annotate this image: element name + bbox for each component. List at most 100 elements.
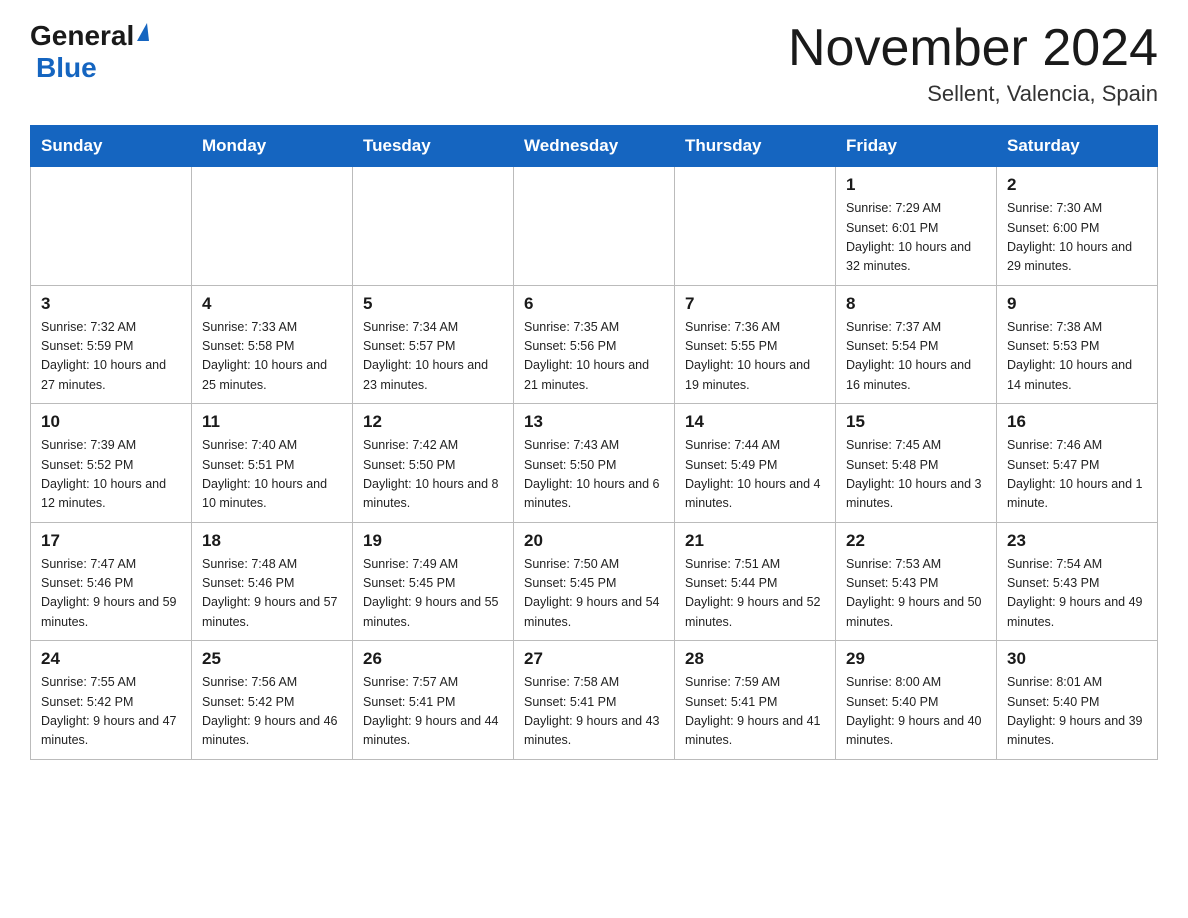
day-number: 18 <box>202 531 342 551</box>
day-number: 10 <box>41 412 181 432</box>
day-info: Sunrise: 7:29 AM Sunset: 6:01 PM Dayligh… <box>846 199 986 277</box>
week-row-5: 24 Sunrise: 7:55 AM Sunset: 5:42 PM Dayli… <box>31 641 1158 760</box>
calendar-cell: 6 Sunrise: 7:35 AM Sunset: 5:56 PM Daylig… <box>514 285 675 404</box>
day-number: 16 <box>1007 412 1147 432</box>
day-number: 12 <box>363 412 503 432</box>
weekday-header-wednesday: Wednesday <box>514 126 675 167</box>
day-info: Sunrise: 7:35 AM Sunset: 5:56 PM Dayligh… <box>524 318 664 396</box>
calendar-cell: 1 Sunrise: 7:29 AM Sunset: 6:01 PM Daylig… <box>836 167 997 286</box>
day-info: Sunrise: 7:39 AM Sunset: 5:52 PM Dayligh… <box>41 436 181 514</box>
day-number: 2 <box>1007 175 1147 195</box>
day-number: 11 <box>202 412 342 432</box>
calendar-cell: 3 Sunrise: 7:32 AM Sunset: 5:59 PM Daylig… <box>31 285 192 404</box>
calendar-cell <box>353 167 514 286</box>
calendar-cell: 17 Sunrise: 7:47 AM Sunset: 5:46 PM Dayli… <box>31 522 192 641</box>
day-info: Sunrise: 7:44 AM Sunset: 5:49 PM Dayligh… <box>685 436 825 514</box>
day-info: Sunrise: 7:50 AM Sunset: 5:45 PM Dayligh… <box>524 555 664 633</box>
calendar-cell: 15 Sunrise: 7:45 AM Sunset: 5:48 PM Dayli… <box>836 404 997 523</box>
day-info: Sunrise: 7:32 AM Sunset: 5:59 PM Dayligh… <box>41 318 181 396</box>
calendar-cell: 8Sunrise: 7:37 AM Sunset: 5:54 PM Daylig… <box>836 285 997 404</box>
day-info: Sunrise: 7:58 AM Sunset: 5:41 PM Dayligh… <box>524 673 664 751</box>
day-info: Sunrise: 8:00 AM Sunset: 5:40 PM Dayligh… <box>846 673 986 751</box>
week-row-3: 10 Sunrise: 7:39 AM Sunset: 5:52 PM Dayli… <box>31 404 1158 523</box>
weekday-header-tuesday: Tuesday <box>353 126 514 167</box>
day-info: Sunrise: 7:48 AM Sunset: 5:46 PM Dayligh… <box>202 555 342 633</box>
day-number: 20 <box>524 531 664 551</box>
day-number: 15 <box>846 412 986 432</box>
day-info: Sunrise: 7:33 AM Sunset: 5:58 PM Dayligh… <box>202 318 342 396</box>
day-number: 17 <box>41 531 181 551</box>
calendar-cell: 12 Sunrise: 7:42 AM Sunset: 5:50 PM Dayli… <box>353 404 514 523</box>
day-number: 23 <box>1007 531 1147 551</box>
day-number: 25 <box>202 649 342 669</box>
weekday-header-sunday: Sunday <box>31 126 192 167</box>
day-info: Sunrise: 8:01 AM Sunset: 5:40 PM Dayligh… <box>1007 673 1147 751</box>
calendar-cell: 21Sunrise: 7:51 AM Sunset: 5:44 PM Dayli… <box>675 522 836 641</box>
location-subtitle: Sellent, Valencia, Spain <box>788 81 1158 107</box>
calendar-cell: 9Sunrise: 7:38 AM Sunset: 5:53 PM Daylig… <box>997 285 1158 404</box>
logo-g: G <box>30 20 52 52</box>
calendar-cell: 10 Sunrise: 7:39 AM Sunset: 5:52 PM Dayli… <box>31 404 192 523</box>
calendar-cell: 14 Sunrise: 7:44 AM Sunset: 5:49 PM Dayli… <box>675 404 836 523</box>
weekday-header-thursday: Thursday <box>675 126 836 167</box>
day-info: Sunrise: 7:36 AM Sunset: 5:55 PM Dayligh… <box>685 318 825 396</box>
day-number: 3 <box>41 294 181 314</box>
calendar-cell: 13Sunrise: 7:43 AM Sunset: 5:50 PM Dayli… <box>514 404 675 523</box>
day-number: 27 <box>524 649 664 669</box>
day-number: 14 <box>685 412 825 432</box>
day-info: Sunrise: 7:47 AM Sunset: 5:46 PM Dayligh… <box>41 555 181 633</box>
day-number: 28 <box>685 649 825 669</box>
day-number: 1 <box>846 175 986 195</box>
calendar-cell: 18 Sunrise: 7:48 AM Sunset: 5:46 PM Dayli… <box>192 522 353 641</box>
calendar-cell: 5Sunrise: 7:34 AM Sunset: 5:57 PM Daylig… <box>353 285 514 404</box>
day-number: 30 <box>1007 649 1147 669</box>
day-info: Sunrise: 7:54 AM Sunset: 5:43 PM Dayligh… <box>1007 555 1147 633</box>
calendar-cell: 7 Sunrise: 7:36 AM Sunset: 5:55 PM Daylig… <box>675 285 836 404</box>
title-block: November 2024 Sellent, Valencia, Spain <box>788 20 1158 107</box>
day-info: Sunrise: 7:59 AM Sunset: 5:41 PM Dayligh… <box>685 673 825 751</box>
day-info: Sunrise: 7:53 AM Sunset: 5:43 PM Dayligh… <box>846 555 986 633</box>
page-header: G eneral Blue November 2024 Sellent, Val… <box>30 20 1158 107</box>
day-number: 22 <box>846 531 986 551</box>
logo-flag-icon <box>137 23 149 41</box>
week-row-2: 3 Sunrise: 7:32 AM Sunset: 5:59 PM Daylig… <box>31 285 1158 404</box>
calendar-header-row: SundayMondayTuesdayWednesdayThursdayFrid… <box>31 126 1158 167</box>
calendar-cell: 30 Sunrise: 8:01 AM Sunset: 5:40 PM Dayli… <box>997 641 1158 760</box>
day-info: Sunrise: 7:55 AM Sunset: 5:42 PM Dayligh… <box>41 673 181 751</box>
calendar-cell: 23 Sunrise: 7:54 AM Sunset: 5:43 PM Dayli… <box>997 522 1158 641</box>
day-info: Sunrise: 7:30 AM Sunset: 6:00 PM Dayligh… <box>1007 199 1147 277</box>
calendar-cell: 4 Sunrise: 7:33 AM Sunset: 5:58 PM Daylig… <box>192 285 353 404</box>
day-info: Sunrise: 7:40 AM Sunset: 5:51 PM Dayligh… <box>202 436 342 514</box>
calendar-cell: 22 Sunrise: 7:53 AM Sunset: 5:43 PM Dayli… <box>836 522 997 641</box>
calendar-cell: 27 Sunrise: 7:58 AM Sunset: 5:41 PM Dayli… <box>514 641 675 760</box>
month-title: November 2024 <box>788 20 1158 77</box>
weekday-header-friday: Friday <box>836 126 997 167</box>
weekday-header-monday: Monday <box>192 126 353 167</box>
logo-eneral: eneral <box>52 20 135 52</box>
calendar-cell: 2 Sunrise: 7:30 AM Sunset: 6:00 PM Daylig… <box>997 167 1158 286</box>
calendar-cell: 24 Sunrise: 7:55 AM Sunset: 5:42 PM Dayli… <box>31 641 192 760</box>
day-number: 21 <box>685 531 825 551</box>
day-number: 7 <box>685 294 825 314</box>
day-info: Sunrise: 7:42 AM Sunset: 5:50 PM Dayligh… <box>363 436 503 514</box>
calendar-cell <box>31 167 192 286</box>
day-info: Sunrise: 7:43 AM Sunset: 5:50 PM Dayligh… <box>524 436 664 514</box>
calendar-cell <box>514 167 675 286</box>
day-info: Sunrise: 7:56 AM Sunset: 5:42 PM Dayligh… <box>202 673 342 751</box>
day-number: 6 <box>524 294 664 314</box>
day-number: 24 <box>41 649 181 669</box>
calendar-cell: 28 Sunrise: 7:59 AM Sunset: 5:41 PM Dayli… <box>675 641 836 760</box>
calendar-cell <box>675 167 836 286</box>
calendar-cell: 19Sunrise: 7:49 AM Sunset: 5:45 PM Dayli… <box>353 522 514 641</box>
day-number: 9 <box>1007 294 1147 314</box>
day-info: Sunrise: 7:49 AM Sunset: 5:45 PM Dayligh… <box>363 555 503 633</box>
week-row-4: 17 Sunrise: 7:47 AM Sunset: 5:46 PM Dayli… <box>31 522 1158 641</box>
day-number: 4 <box>202 294 342 314</box>
day-info: Sunrise: 7:45 AM Sunset: 5:48 PM Dayligh… <box>846 436 986 514</box>
day-number: 29 <box>846 649 986 669</box>
calendar-cell: 25 Sunrise: 7:56 AM Sunset: 5:42 PM Dayli… <box>192 641 353 760</box>
logo: G eneral Blue <box>30 20 149 84</box>
calendar-cell: 11 Sunrise: 7:40 AM Sunset: 5:51 PM Dayli… <box>192 404 353 523</box>
calendar-cell: 26Sunrise: 7:57 AM Sunset: 5:41 PM Dayli… <box>353 641 514 760</box>
day-number: 26 <box>363 649 503 669</box>
